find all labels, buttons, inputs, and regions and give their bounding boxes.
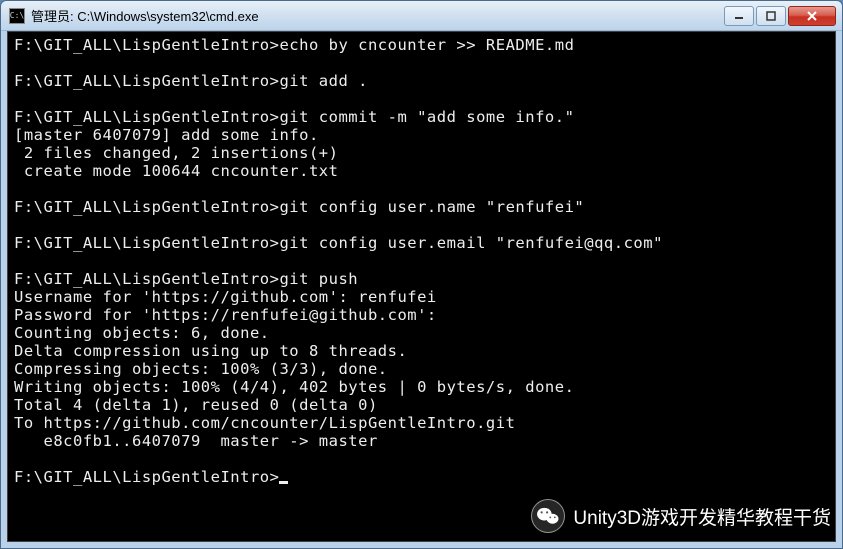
app-icon: C:\ [9, 8, 25, 24]
window-controls [724, 6, 836, 26]
cursor [279, 481, 288, 484]
titlebar[interactable]: C:\ 管理员: C:\Windows\system32\cmd.exe [1, 1, 842, 31]
watermark-text: Unity3D游戏开发精华教程干货 [573, 503, 831, 530]
close-button[interactable] [788, 6, 836, 26]
wechat-icon [531, 499, 565, 533]
cmd-window: C:\ 管理员: C:\Windows\system32\cmd.exe F:\… [0, 0, 843, 549]
window-title: 管理员: C:\Windows\system32\cmd.exe [31, 6, 724, 25]
terminal-output[interactable]: F:\GIT_ALL\LispGentleIntro>echo by cncou… [7, 31, 836, 542]
minimize-button[interactable] [724, 6, 754, 26]
minimize-icon [734, 11, 744, 21]
watermark: Unity3D游戏开发精华教程干货 [531, 499, 831, 533]
close-icon [806, 11, 818, 21]
maximize-icon [766, 11, 776, 21]
maximize-button[interactable] [756, 6, 786, 26]
